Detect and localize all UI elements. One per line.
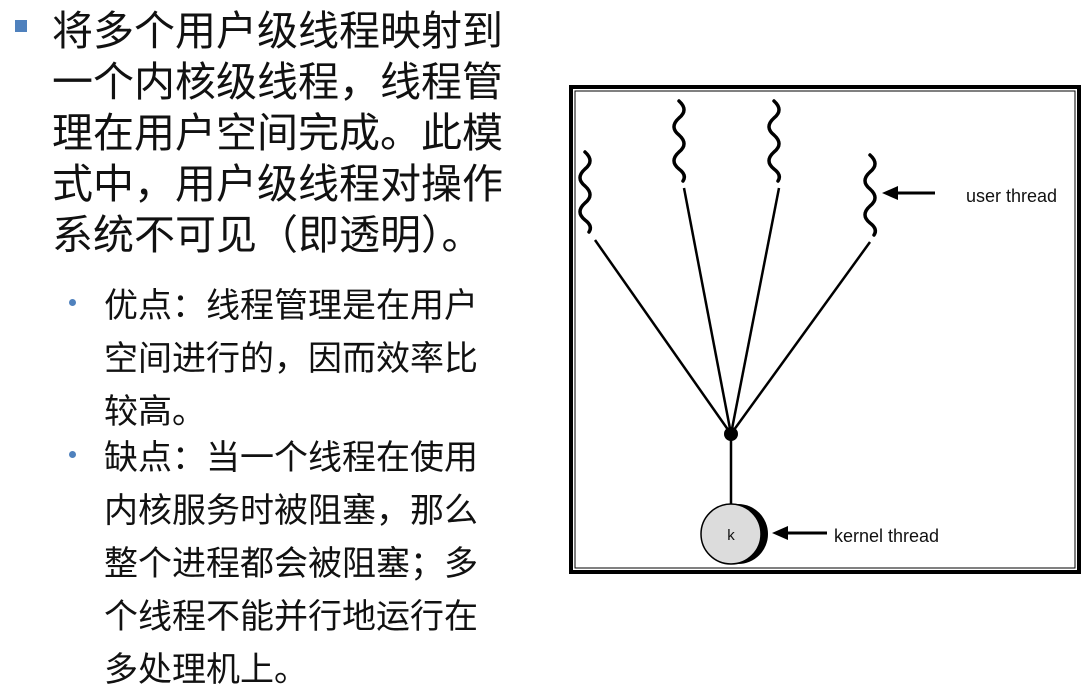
diagram-inner-frame [574,90,1076,569]
user-thread-label: user thread [966,186,1057,206]
user-thread-squiggle [672,99,687,183]
user-thread-squiggle [578,150,593,234]
kernel-thread-label: kernel thread [834,526,939,546]
thread-link-line [593,239,733,435]
diagram-frame [569,85,1081,574]
thread-link-line [729,187,781,435]
thread-link-line [682,187,733,435]
arrowhead-icon [882,186,898,200]
user-thread-squiggle [767,99,782,183]
arrowhead-icon [772,526,788,540]
kernel-node-label: k [727,527,735,544]
junction-dot [724,427,738,441]
thread-link-line [729,241,872,435]
many-to-one-diagram: k user thread kernel thread [569,85,1081,574]
user-thread-squiggle [863,153,878,237]
